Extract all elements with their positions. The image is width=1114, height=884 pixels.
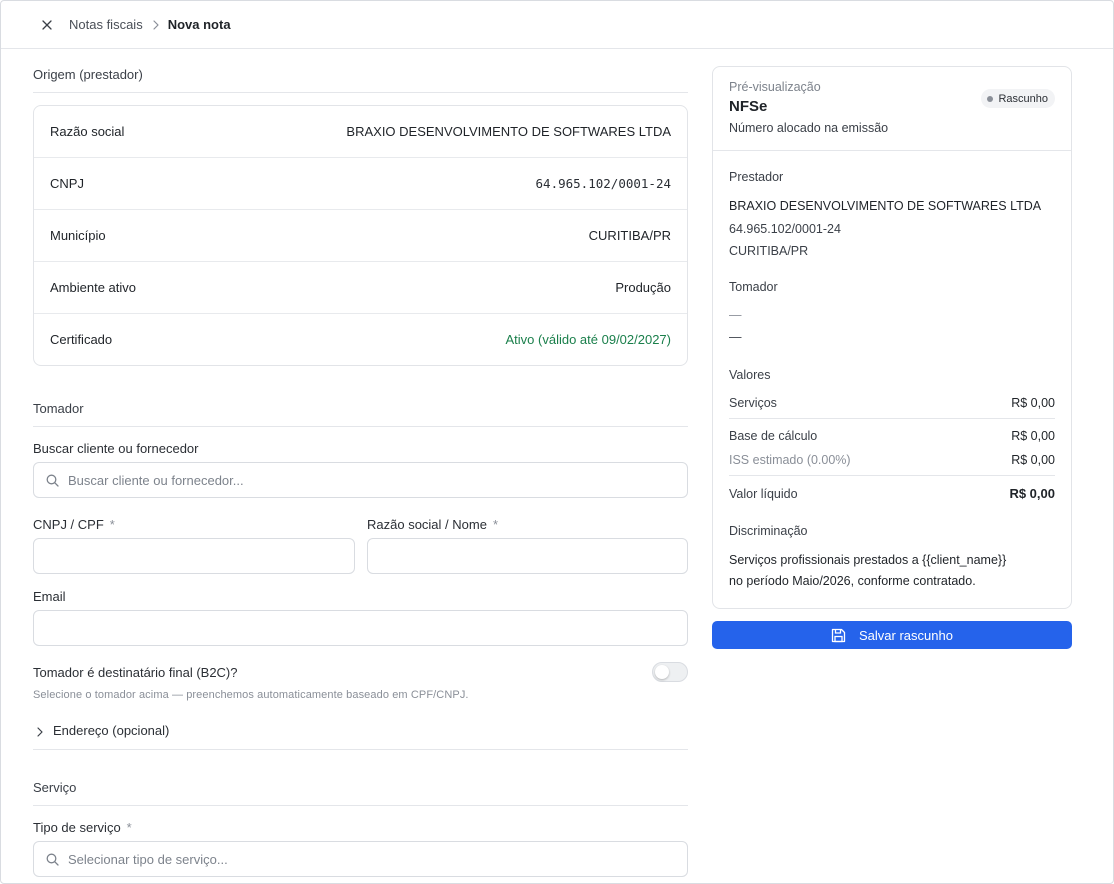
certificate-status: Ativo (válido até 09/02/2027) (505, 332, 672, 347)
preview-subtitle: Número alocado na emissão (729, 121, 889, 135)
row-value: 64.965.102/0001-24 (535, 176, 671, 191)
row-label: Razão social (50, 124, 125, 139)
valor-value: R$ 0,00 (1011, 396, 1055, 410)
preview-header: Pré-visualização NFSe Número alocado na … (713, 67, 1071, 151)
tipo-servico-placeholder: Selecionar tipo de serviço... (68, 851, 228, 867)
divider (729, 418, 1055, 419)
origem-row-cnpj: CNPJ 64.965.102/0001-24 (34, 158, 687, 210)
razao-nome-input[interactable] (367, 538, 688, 574)
valor-value: R$ 0,00 (1011, 429, 1055, 443)
b2c-toggle[interactable] (652, 662, 688, 682)
toggle-knob (655, 665, 669, 679)
origem-card: Razão social BRAXIO DESENVOLVIMENTO DE S… (33, 105, 688, 366)
discriminacao-line-2: no período Maio/2026, conforme contratad… (729, 574, 976, 588)
form-column: Origem (prestador) Razão social BRAXIO D… (33, 67, 688, 877)
section-title-tomador: Tomador (33, 401, 688, 427)
email-label: Email (33, 589, 66, 604)
valor-servicos-row: Serviços R$ 0,00 (729, 396, 1055, 410)
status-badge-label: Rascunho (998, 92, 1048, 105)
preview-tomador-doc: — (729, 330, 742, 344)
row-label: Município (50, 228, 106, 243)
cnpj-cpf-label: CNPJ / CPF * (33, 517, 115, 532)
cnpj-cpf-label-text: CNPJ / CPF (33, 517, 104, 532)
status-badge: Rascunho (981, 89, 1055, 108)
chevron-right-icon (37, 727, 43, 737)
valor-liquido-value: R$ 0,00 (1009, 486, 1055, 501)
tipo-servico-label-text: Tipo de serviço (33, 820, 121, 835)
status-dot-icon (987, 95, 994, 102)
row-value: BRAXIO DESENVOLVIMENTO DE SOFTWARES LTDA (346, 124, 671, 139)
search-icon (46, 474, 59, 487)
row-value: CURITIBA/PR (588, 228, 671, 243)
section-title-origem: Origem (prestador) (33, 67, 688, 93)
close-button[interactable] (39, 17, 55, 33)
valor-base-row: Base de cálculo R$ 0,00 (729, 429, 1055, 443)
search-label: Buscar cliente ou fornecedor (33, 441, 199, 456)
preview-prestador-city: CURITIBA/PR (729, 244, 809, 258)
save-icon (831, 628, 846, 642)
tipo-servico-select[interactable]: Selecionar tipo de serviço... (33, 841, 688, 877)
row-label: CNPJ (50, 176, 84, 191)
required-mark: * (492, 517, 499, 532)
tomador-hint: Selecione o tomador acima — preenchemos … (33, 689, 469, 701)
valor-iss-row: ISS estimado (0.00%) R$ 0,00 (729, 453, 1055, 467)
search-placeholder: Buscar cliente ou fornecedor... (68, 472, 244, 488)
nfse-preview-card: Pré-visualização NFSe Número alocado na … (712, 66, 1072, 609)
search-icon (46, 853, 59, 866)
cnpj-cpf-input[interactable] (33, 538, 355, 574)
origem-row-municipio: Município CURITIBA/PR (34, 210, 687, 262)
preview-tomador-name: — (729, 308, 742, 322)
endereco-toggle[interactable]: Endereço (opcional) (33, 723, 688, 750)
endereco-label: Endereço (opcional) (53, 723, 170, 738)
divider (729, 475, 1055, 476)
breadcrumb-parent[interactable]: Notas fiscais (69, 17, 143, 32)
preview-prestador-name: BRAXIO DESENVOLVIMENTO DE SOFTWARES LTDA (729, 199, 1042, 213)
valor-label: Base de cálculo (729, 429, 818, 443)
email-input[interactable] (33, 610, 688, 646)
valor-liquido-row: Valor líquido R$ 0,00 (729, 486, 1055, 501)
preview-tomador-title: Tomador (729, 280, 778, 294)
client-search-input[interactable]: Buscar cliente ou fornecedor... (33, 462, 688, 498)
origem-row-ambiente: Ambiente ativo Produção (34, 262, 687, 314)
valor-label: Serviços (729, 396, 777, 410)
b2c-label: Tomador é destinatário final (B2C)? (33, 665, 238, 680)
row-label: Ambiente ativo (50, 280, 136, 295)
origem-row-razao: Razão social BRAXIO DESENVOLVIMENTO DE S… (34, 106, 687, 158)
preview-valores-title: Valores (729, 368, 771, 382)
valor-label: ISS estimado (0.00%) (729, 453, 851, 467)
preview-prestador-cnpj: 64.965.102/0001-24 (729, 222, 841, 236)
required-mark: * (109, 517, 115, 532)
tipo-servico-label: Tipo de serviço * (33, 820, 132, 835)
razao-nome-label: Razão social / Nome * (367, 517, 498, 532)
save-draft-button[interactable]: Salvar rascunho (712, 621, 1072, 649)
top-bar: Notas fiscais Nova nota (1, 1, 1113, 49)
row-label: Certificado (50, 332, 113, 347)
section-title-servico: Serviço (33, 780, 688, 806)
valor-label: Valor líquido (729, 486, 798, 501)
razao-nome-label-text: Razão social / Nome (367, 517, 487, 532)
row-value: Produção (615, 280, 671, 295)
chevron-right-icon (153, 19, 159, 30)
required-mark: * (126, 820, 132, 835)
preview-prestador-title: Prestador (729, 170, 784, 184)
close-icon (42, 19, 52, 30)
origem-row-certificado: Certificado Ativo (válido até 09/02/2027… (34, 314, 687, 365)
discriminacao-line-1: Serviços profissionais prestados a {{cli… (729, 553, 1007, 567)
app-window: Notas fiscais Nova nota Origem (prestado… (0, 0, 1114, 884)
save-draft-label: Salvar rascunho (859, 627, 953, 643)
breadcrumb-current: Nova nota (167, 17, 231, 32)
valor-value: R$ 0,00 (1011, 453, 1055, 467)
preview-discriminacao-title: Discriminação (729, 524, 808, 538)
